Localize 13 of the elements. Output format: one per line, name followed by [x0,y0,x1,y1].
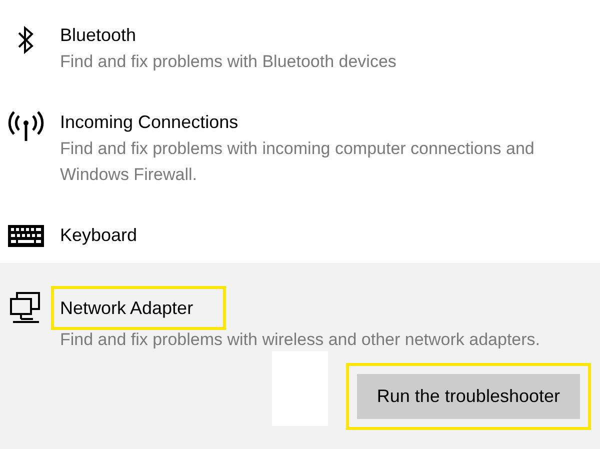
selected-item-background[interactable]: Network Adapter Find and fix problems with wireless and other network adapters. Run the troubleshooter [0,263,600,449]
keyboard-icon [7,224,45,248]
run-troubleshooter-button[interactable]: Run the troubleshooter [356,374,580,419]
item-title[interactable]: Bluetooth [60,22,136,48]
network-computers-icon [9,291,43,325]
item-description: Find and fix problems with Bluetooth devices [60,51,398,73]
item-description: Find and fix problems with incoming computer connections and Windows Firewall. [60,138,536,186]
antenna-icon [8,111,44,143]
bluetooth-icon [17,24,35,56]
item-title[interactable]: Keyboard [60,222,138,248]
item-title[interactable]: Network Adapter [54,289,224,327]
item-description: Find and fix problems with wireless and other network adapters. [60,329,542,351]
item-title[interactable]: Incoming Connections [60,109,238,135]
